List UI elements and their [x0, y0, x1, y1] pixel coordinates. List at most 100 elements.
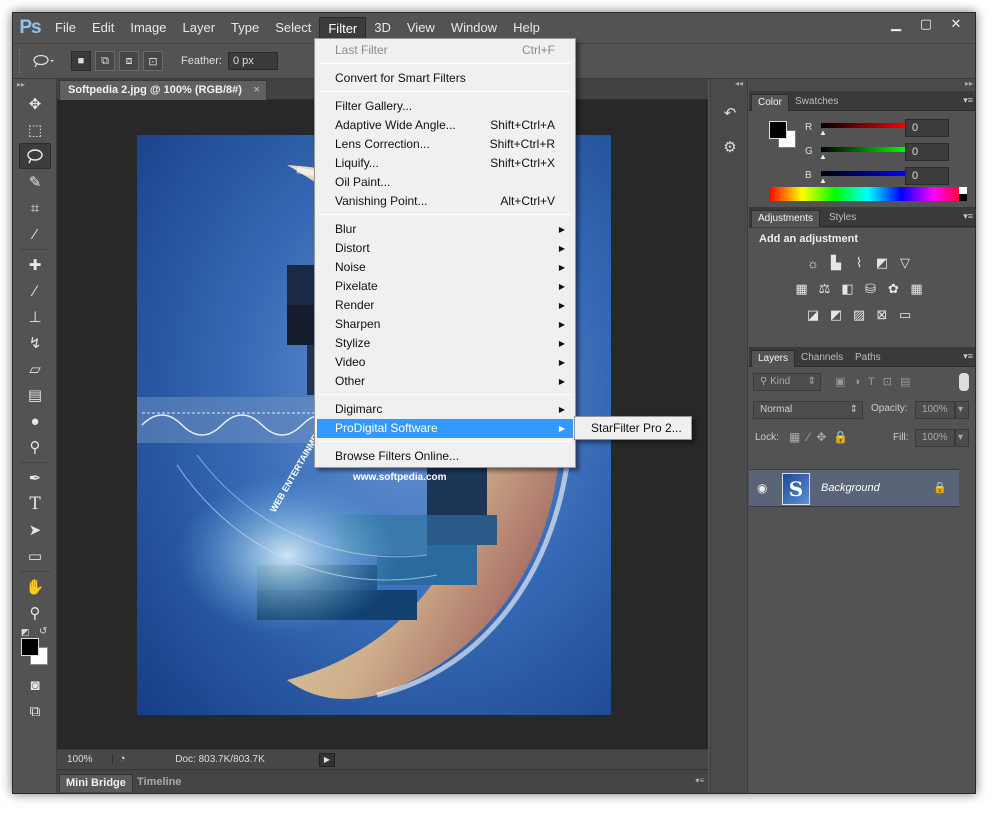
menu-stylize[interactable]: Stylize ▶ — [317, 334, 573, 353]
menu-help[interactable]: Help — [505, 17, 548, 39]
dodge-tool-icon[interactable]: ⚲ — [19, 434, 51, 460]
menu-starfilter-pro[interactable]: StarFilter Pro 2... — [577, 419, 689, 438]
curves-icon[interactable]: ⌇ — [850, 254, 868, 272]
tools-collapse-icon[interactable]: ▸▸ — [13, 79, 56, 91]
green-channel-slider[interactable] — [821, 147, 907, 152]
visibility-eye-icon[interactable]: ◉ — [757, 481, 767, 495]
menu-lens-correction[interactable]: Lens Correction... Shift+Ctrl+R — [317, 135, 573, 154]
history-brush-tool-icon[interactable]: ↯ — [19, 330, 51, 356]
menu-filter-gallery[interactable]: Filter Gallery... — [317, 97, 573, 116]
menu-image[interactable]: Image — [122, 17, 174, 39]
tab-color[interactable]: Color — [751, 94, 789, 111]
lasso-tool-icon[interactable] — [19, 143, 51, 169]
add-selection-icon[interactable]: ⧉ — [95, 51, 115, 71]
menu-window[interactable]: Window — [443, 17, 505, 39]
menu-sharpen[interactable]: Sharpen ▶ — [317, 315, 573, 334]
menu-pixelate[interactable]: Pixelate ▶ — [317, 277, 573, 296]
menu-file[interactable]: File — [47, 17, 84, 39]
threshold-icon[interactable]: ▨ — [850, 306, 868, 324]
blue-channel-slider[interactable] — [821, 171, 907, 176]
menu-last-filter[interactable]: Last Filter Ctrl+F — [317, 41, 573, 60]
menu-prodigital-software[interactable]: ProDigital Software ▶ — [317, 419, 573, 438]
tab-swatches[interactable]: Swatches — [789, 94, 844, 111]
eraser-tool-icon[interactable]: ▱ — [19, 356, 51, 382]
tab-timeline[interactable]: Timeline — [131, 774, 187, 792]
document-tab[interactable]: Softpedia 2.jpg @ 100% (RGB/8#) × — [59, 80, 267, 100]
layer-thumbnail[interactable]: S — [782, 473, 810, 505]
posterize-icon[interactable]: ◩ — [827, 306, 845, 324]
layers-panel-menu-icon[interactable]: ▾≡ — [963, 351, 973, 362]
tab-channels[interactable]: Channels — [795, 350, 849, 367]
close-tab-icon[interactable]: × — [254, 81, 260, 100]
layer-filter-toggle[interactable] — [959, 373, 969, 391]
properties-panel-icon[interactable]: ⚙ — [718, 135, 742, 159]
brightness-contrast-icon[interactable]: ☼ — [804, 254, 822, 272]
color-lookup-icon[interactable]: ▦ — [908, 280, 926, 298]
intersect-selection-icon[interactable]: ⊡ — [143, 51, 163, 71]
menu-vanishing-point[interactable]: Vanishing Point... Alt+Ctrl+V — [317, 192, 573, 211]
menu-convert-smart-filters[interactable]: Convert for Smart Filters — [317, 69, 573, 88]
color-panel-foreground[interactable] — [769, 121, 787, 139]
blue-slider-thumb-icon[interactable]: ▲ — [819, 176, 827, 185]
rectangle-tool-icon[interactable]: ▭ — [19, 543, 51, 569]
brush-tool-icon[interactable]: ∕ — [19, 278, 51, 304]
red-channel-slider[interactable] — [821, 123, 907, 128]
tab-styles[interactable]: Styles — [823, 210, 862, 227]
menu-3d[interactable]: 3D — [366, 17, 399, 39]
maximize-button[interactable]: ▢ — [911, 15, 941, 33]
menu-noise[interactable]: Noise ▶ — [317, 258, 573, 277]
options-grip[interactable] — [19, 49, 23, 73]
foreground-color-swatch[interactable] — [21, 638, 39, 656]
menu-view[interactable]: View — [399, 17, 443, 39]
fill-arrow-icon[interactable]: ▾ — [955, 429, 969, 447]
marquee-tool-icon[interactable]: ⬚ — [19, 117, 51, 143]
menu-edit[interactable]: Edit — [84, 17, 122, 39]
menu-other[interactable]: Other ▶ — [317, 372, 573, 391]
type-tool-icon[interactable]: T — [19, 491, 51, 517]
menu-type[interactable]: Type — [223, 17, 267, 39]
layer-name[interactable]: Background — [821, 482, 880, 494]
gradient-tool-icon[interactable]: ▤ — [19, 382, 51, 408]
feather-input[interactable]: 0 px — [227, 52, 278, 70]
minimize-button[interactable]: ▁ — [881, 15, 911, 33]
lock-options-icons[interactable]: ▦∕✥🔒 — [789, 430, 855, 444]
color-spectrum-bar[interactable] — [769, 187, 967, 201]
quick-selection-tool-icon[interactable]: ✎ — [19, 169, 51, 195]
green-slider-thumb-icon[interactable]: ▲ — [819, 152, 827, 161]
menu-select[interactable]: Select — [267, 17, 319, 39]
menu-browse-filters-online[interactable]: Browse Filters Online... — [317, 447, 573, 466]
path-selection-tool-icon[interactable]: ➤ — [19, 517, 51, 543]
layer-filter-kind-select[interactable]: ⚲ Kind ⇕ — [753, 373, 821, 391]
zoom-tool-icon[interactable]: ⚲ — [19, 600, 51, 626]
menu-video[interactable]: Video ▶ — [317, 353, 573, 372]
adjustments-panel-menu-icon[interactable]: ▾≡ — [963, 211, 973, 222]
swap-colors-icon[interactable]: ↺ — [39, 626, 47, 637]
menu-liquify[interactable]: Liquify... Shift+Ctrl+X — [317, 154, 573, 173]
panels-collapse-icon[interactable]: ▸▸ — [749, 79, 975, 91]
status-info-icon[interactable]: ◔ — [119, 753, 135, 767]
photo-filter-icon[interactable]: ⛁ — [862, 280, 880, 298]
tab-paths[interactable]: Paths — [849, 350, 887, 367]
levels-icon[interactable]: ▙ — [827, 254, 845, 272]
opacity-input[interactable]: 100% — [915, 401, 955, 419]
black-white-icon[interactable]: ◧ — [839, 280, 857, 298]
tab-mini-bridge[interactable]: Mini Bridge — [59, 774, 133, 792]
tab-layers[interactable]: Layers — [751, 350, 796, 367]
red-value-input[interactable]: 0 — [905, 119, 949, 137]
hand-tool-icon[interactable]: ✋ — [19, 574, 51, 600]
eyedropper-tool-icon[interactable]: ⁄ — [19, 221, 51, 247]
menu-layer[interactable]: Layer — [175, 17, 224, 39]
selective-color-icon[interactable]: ⊠ — [873, 306, 891, 324]
blur-tool-icon[interactable]: ● — [19, 408, 51, 434]
screen-mode-icon[interactable]: ⧉ — [19, 698, 51, 724]
tab-adjustments[interactable]: Adjustments — [751, 210, 821, 227]
move-tool-icon[interactable]: ✥ — [19, 91, 51, 117]
menu-digimarc[interactable]: Digimarc ▶ — [317, 400, 573, 419]
bottom-panel-menu-icon[interactable]: ▾≡ — [695, 776, 704, 785]
dock-collapse-icon[interactable]: ◂◂ — [711, 79, 747, 91]
green-value-input[interactable]: 0 — [905, 143, 949, 161]
menu-blur[interactable]: Blur ▶ — [317, 220, 573, 239]
quick-mask-icon[interactable]: ◙ — [19, 672, 51, 698]
clone-stamp-tool-icon[interactable]: ⊥ — [19, 304, 51, 330]
menu-oil-paint[interactable]: Oil Paint... — [317, 173, 573, 192]
